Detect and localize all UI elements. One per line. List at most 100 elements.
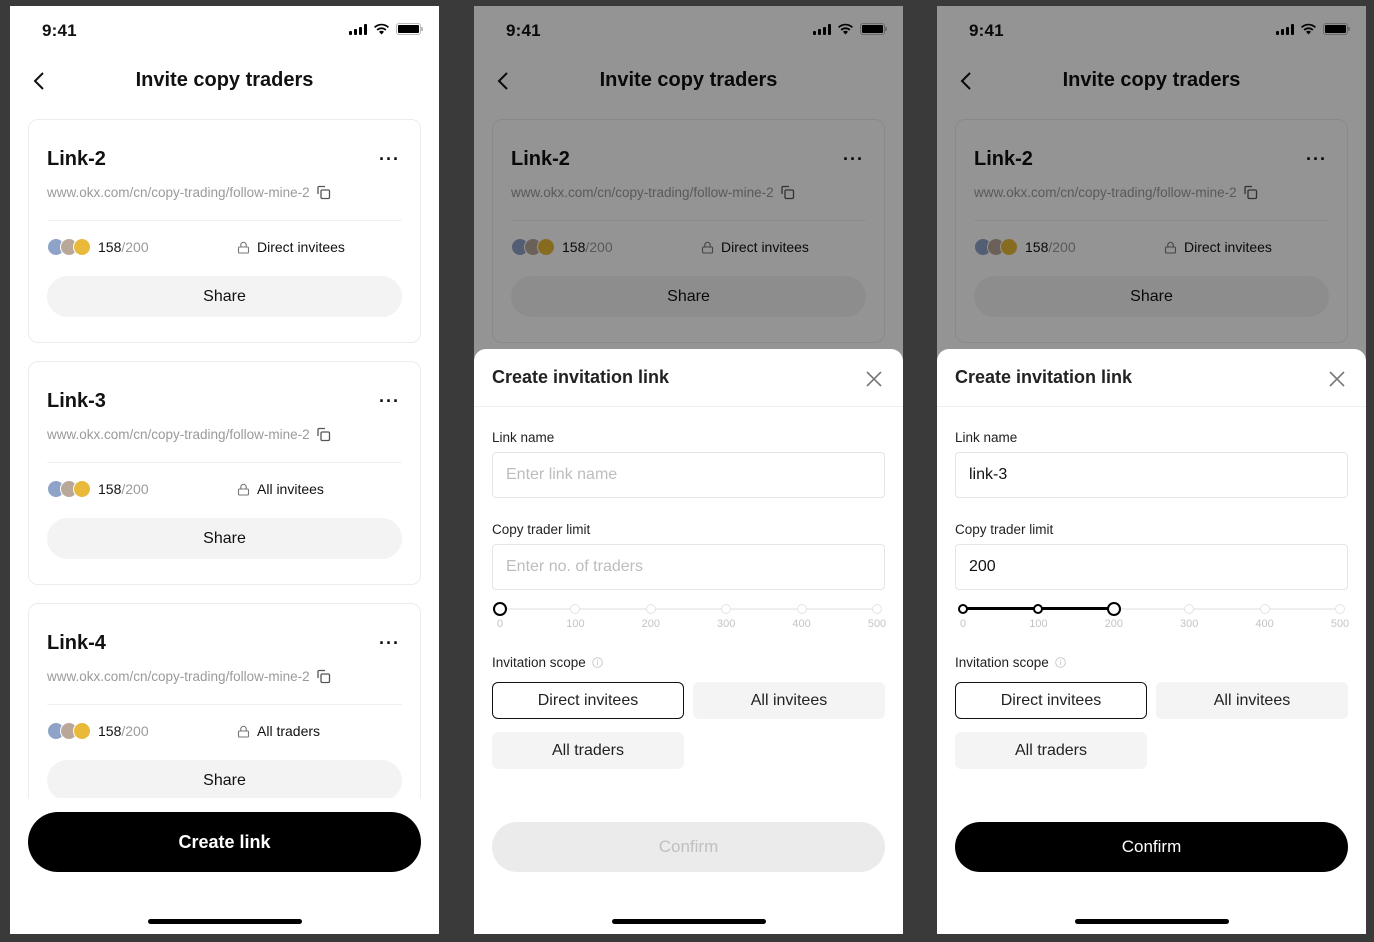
slider-step[interactable] xyxy=(872,604,882,614)
signal-icon xyxy=(349,23,367,35)
scope-option-all-invitees[interactable]: All invitees xyxy=(693,682,885,719)
trader-count-limit: /200 xyxy=(121,481,149,497)
bottom-action-area: Create link xyxy=(10,798,439,934)
invitation-scope-text: Invitation scope xyxy=(955,655,1049,670)
slider-tick-label: 200 xyxy=(641,618,660,630)
trader-count: 158/200 xyxy=(98,723,149,739)
share-button[interactable]: Share xyxy=(47,276,402,317)
divider xyxy=(47,220,402,221)
more-options-button[interactable]: ··· xyxy=(379,392,400,410)
copy-trader-limit-label: Copy trader limit xyxy=(955,522,1054,537)
lock-icon xyxy=(237,483,250,496)
link-title: Link-3 xyxy=(47,390,106,412)
link-scope-text: Direct invitees xyxy=(257,239,345,255)
slider-step[interactable] xyxy=(570,604,581,614)
slider-tick-label: 500 xyxy=(1330,618,1350,630)
avatar-group xyxy=(47,238,91,256)
info-icon[interactable] xyxy=(592,657,603,668)
trader-count-current: 158 xyxy=(98,723,122,739)
slider-step[interactable] xyxy=(1033,604,1044,614)
slider-step[interactable] xyxy=(721,604,732,614)
slider-thumb[interactable] xyxy=(1106,602,1121,616)
link-url: www.okx.com/cn/copy-trading/follow-mine-… xyxy=(47,669,331,684)
link-name-label: Link name xyxy=(492,430,555,445)
avatar xyxy=(73,480,91,498)
copy-trader-limit-slider[interactable]: 0 100 200 300 400 500 xyxy=(493,601,886,631)
slider-tick-label: 300 xyxy=(717,618,736,630)
close-icon[interactable] xyxy=(863,368,885,390)
create-link-sheet: Create invitation link Link name Copy tr… xyxy=(474,349,903,934)
scope-option-direct-invitees[interactable]: Direct invitees xyxy=(955,682,1147,719)
slider-tick-label: 400 xyxy=(792,618,811,630)
link-title: Link-2 xyxy=(47,148,106,170)
more-options-button[interactable]: ··· xyxy=(379,634,400,652)
link-card: Link-4 ··· www.okx.com/cn/copy-trading/f… xyxy=(28,603,421,827)
avatar xyxy=(73,238,91,256)
slider-tick-label: 400 xyxy=(1255,618,1274,630)
scope-option-direct-invitees[interactable]: Direct invitees xyxy=(492,682,684,719)
close-icon[interactable] xyxy=(1326,368,1348,390)
copy-icon[interactable] xyxy=(316,427,331,442)
copy-icon[interactable] xyxy=(316,185,331,200)
link-name-input[interactable] xyxy=(492,452,885,498)
sheet-title: Create invitation link xyxy=(492,367,670,387)
slider-step[interactable] xyxy=(1184,604,1195,614)
sheet-title: Create invitation link xyxy=(955,367,1133,387)
invite-list-screen: 9:41 Invite copy traders Link-2 ··· www.… xyxy=(10,6,439,934)
trader-count: 158/200 xyxy=(98,239,149,255)
scope-option-all-invitees[interactable]: All invitees xyxy=(1156,682,1348,719)
confirm-button[interactable]: Confirm xyxy=(492,822,885,872)
scope-option-all-traders[interactable]: All traders xyxy=(492,732,684,769)
divider xyxy=(47,462,402,463)
link-card: Link-2 ··· www.okx.com/cn/copy-trading/f… xyxy=(28,119,421,343)
link-scope: All traders xyxy=(237,723,320,739)
slider-step[interactable] xyxy=(958,604,968,614)
link-name-input[interactable] xyxy=(955,452,1348,498)
invitation-scope-label: Invitation scope xyxy=(955,655,1066,670)
avatar xyxy=(73,722,91,740)
more-options-button[interactable]: ··· xyxy=(379,150,400,168)
link-url: www.okx.com/cn/copy-trading/follow-mine-… xyxy=(47,427,331,442)
copy-icon[interactable] xyxy=(316,669,331,684)
info-icon[interactable] xyxy=(1055,657,1066,668)
scope-option-all-traders[interactable]: All traders xyxy=(955,732,1147,769)
slider-tick-label: 300 xyxy=(1180,618,1199,630)
confirm-button[interactable]: Confirm xyxy=(955,822,1348,872)
link-url-text: www.okx.com/cn/copy-trading/follow-mine-… xyxy=(47,427,310,442)
status-icons xyxy=(349,23,423,35)
slider-step[interactable] xyxy=(1259,604,1270,614)
avatar-group xyxy=(47,480,91,498)
slider-step[interactable] xyxy=(796,604,807,614)
link-url: www.okx.com/cn/copy-trading/follow-mine-… xyxy=(47,185,331,200)
link-scope: Direct invitees xyxy=(237,239,345,255)
copy-trader-limit-slider[interactable]: 0 100 200 300 400 500 xyxy=(958,601,1349,631)
nav-bar: Invite copy traders xyxy=(10,61,439,101)
share-button[interactable]: Share xyxy=(47,518,402,559)
link-url-text: www.okx.com/cn/copy-trading/follow-mine-… xyxy=(47,669,310,684)
divider xyxy=(47,704,402,705)
home-indicator xyxy=(148,919,302,924)
home-indicator xyxy=(1075,919,1229,924)
copy-trader-limit-label: Copy trader limit xyxy=(492,522,591,537)
link-scope-text: All invitees xyxy=(257,481,324,497)
slider-step[interactable] xyxy=(1335,604,1345,614)
wifi-icon xyxy=(374,23,389,35)
lock-icon xyxy=(237,241,250,254)
link-scope: All invitees xyxy=(237,481,324,497)
create-link-button[interactable]: Create link xyxy=(28,812,421,872)
page-title: Invite copy traders xyxy=(135,69,314,91)
link-url-text: www.okx.com/cn/copy-trading/follow-mine-… xyxy=(47,185,310,200)
status-bar: 9:41 xyxy=(10,6,439,54)
slider-step[interactable] xyxy=(645,604,656,614)
battery-icon xyxy=(396,23,423,35)
link-name-label: Link name xyxy=(955,430,1018,445)
slider-thumb[interactable] xyxy=(493,602,507,616)
trader-count-limit: /200 xyxy=(121,239,149,255)
avatar-group xyxy=(47,722,91,740)
copy-trader-limit-input[interactable] xyxy=(955,544,1348,590)
share-button[interactable]: Share xyxy=(47,760,402,801)
slider-tick-label: 500 xyxy=(867,618,887,630)
copy-trader-limit-input[interactable] xyxy=(492,544,885,590)
divider xyxy=(937,406,1366,407)
status-time: 9:41 xyxy=(42,21,77,40)
